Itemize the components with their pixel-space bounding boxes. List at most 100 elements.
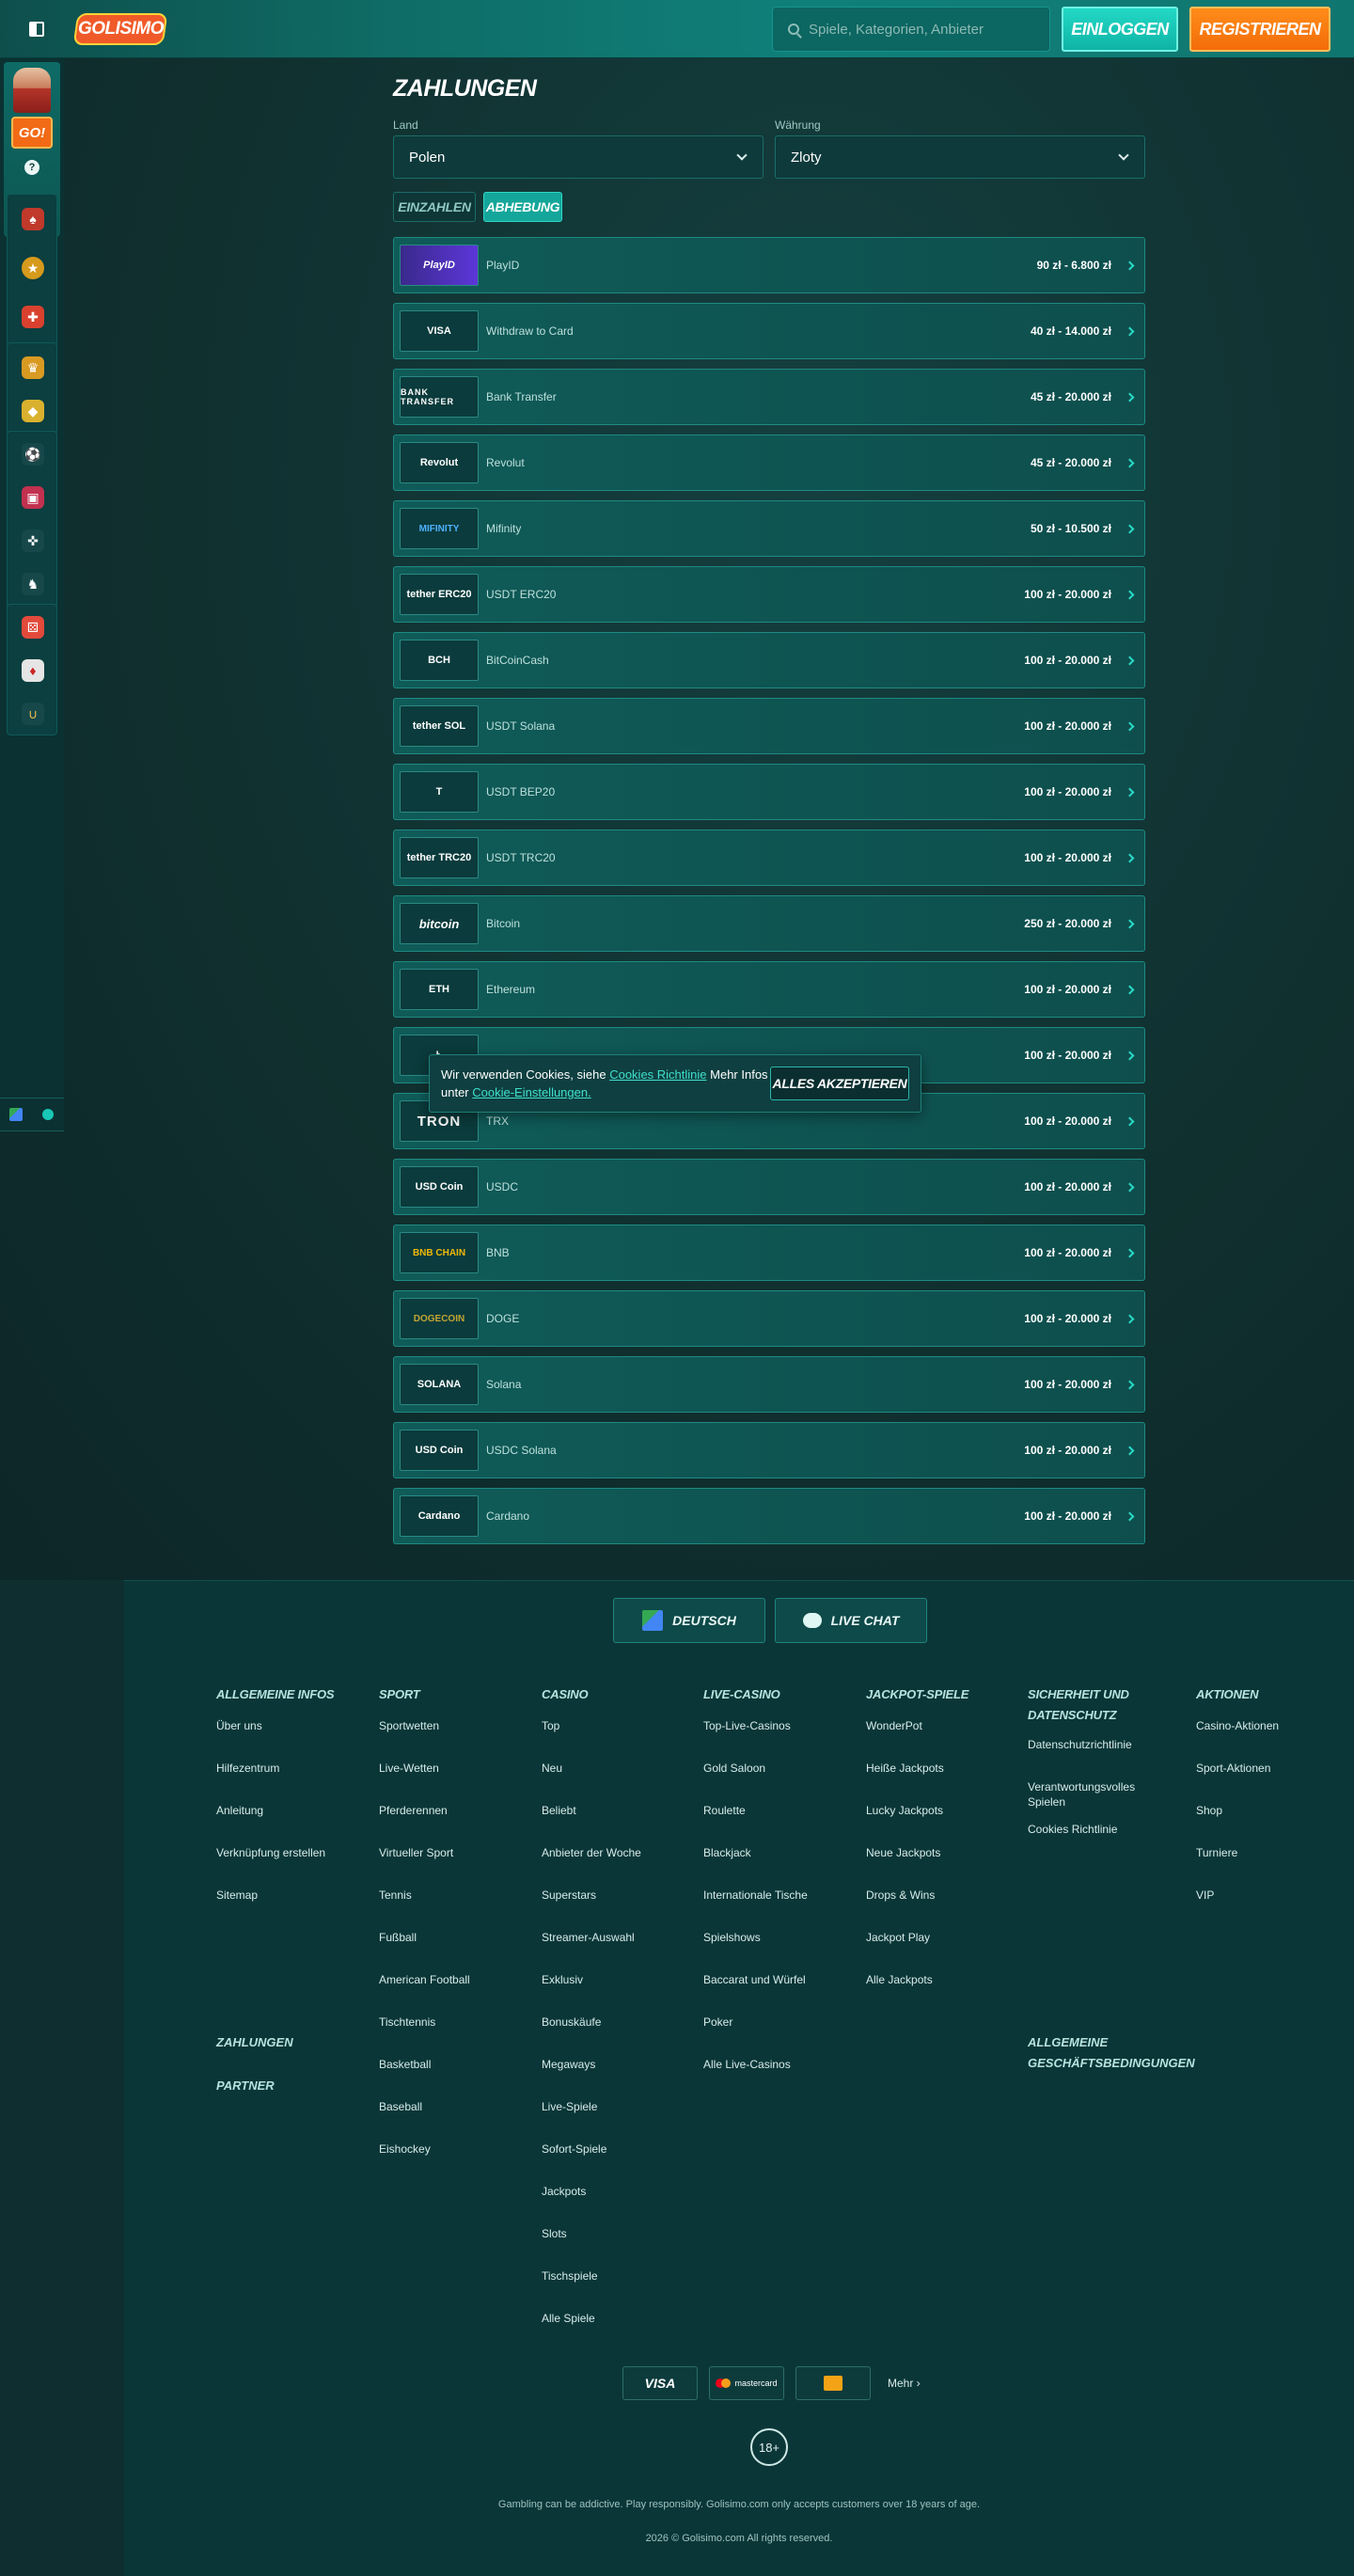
trophy-icon[interactable]: ♛ [22, 356, 44, 379]
gamepad-icon[interactable]: ✜ [22, 529, 44, 552]
cards-icon[interactable]: ♠ [22, 208, 44, 230]
footer-link[interactable]: American Football [379, 1972, 529, 2015]
payment-method-row[interactable]: DOGECOIN DOGE 100 zł - 20.000 zł [393, 1290, 1145, 1347]
payment-method-row[interactable]: tether TRC20 USDT TRC20 100 zł - 20.000 zł [393, 830, 1145, 886]
footer-link[interactable]: Alle Jackpots [866, 1972, 1016, 2015]
footer-link[interactable]: Sitemap [216, 1888, 367, 1930]
payment-method-row[interactable]: ETH Ethereum 100 zł - 20.000 zł [393, 961, 1145, 1018]
footer-link[interactable]: Jackpots [542, 2184, 692, 2226]
cookie-settings-link[interactable]: Cookie-Einstellungen. [472, 1085, 590, 1099]
payment-method-row[interactable]: bitcoin Bitcoin 250 zł - 20.000 zł [393, 895, 1145, 952]
cookie-policy-link[interactable]: Cookies Richtlinie [609, 1067, 706, 1082]
footer-link[interactable]: Anleitung [216, 1803, 367, 1845]
footer-link[interactable]: WonderPot [866, 1718, 1016, 1761]
search-box[interactable] [772, 7, 1050, 52]
payment-method-row[interactable]: BCH BitCoinCash 100 zł - 20.000 zł [393, 632, 1145, 688]
support-dot-icon[interactable] [32, 1098, 64, 1130]
footer-link[interactable]: Internationale Tische [703, 1888, 854, 1930]
footer-link[interactable]: Lucky Jackpots [866, 1803, 1016, 1845]
payment-method-row[interactable]: Revolut Revolut 45 zł - 20.000 zł [393, 435, 1145, 491]
site-logo[interactable]: GOLISIMO [72, 13, 168, 45]
footer-link[interactable]: Live-Spiele [542, 2099, 692, 2141]
payment-method-row[interactable]: SOLANA Solana 100 zł - 20.000 zł [393, 1356, 1145, 1413]
shield-icon[interactable]: ◆ [22, 400, 44, 422]
footer-link[interactable]: Baseball [379, 2099, 529, 2141]
footer-link[interactable]: Slots [542, 2226, 692, 2268]
footer-link[interactable]: Eishockey [379, 2141, 529, 2184]
footer-link[interactable]: Virtueller Sport [379, 1845, 529, 1888]
currency-select[interactable]: Zloty [775, 135, 1145, 179]
footer-link[interactable]: Tischtennis [379, 2015, 529, 2057]
footer-link[interactable]: Tennis [379, 1888, 529, 1930]
footer-link[interactable]: Verantwortungsvolles Spielen [1028, 1779, 1169, 1822]
footer-link[interactable]: Hilfezentrum [216, 1761, 367, 1803]
accept-cookies-button[interactable]: ALLES AKZEPTIEREN [770, 1067, 909, 1100]
footer-link[interactable]: Streamer-Auswahl [542, 1930, 692, 1972]
search-input[interactable] [809, 21, 1034, 38]
footer-terms-heading[interactable]: ALLGEMEINE GESCHÄFTSBEDINGUNGEN [1028, 2032, 1195, 2074]
footer-partner-heading[interactable]: PARTNER [216, 2076, 275, 2096]
card-icon[interactable]: ♦ [22, 659, 44, 682]
footer-link[interactable]: Roulette [703, 1803, 854, 1845]
register-button[interactable]: REGISTRIEREN [1189, 7, 1330, 52]
footer-link[interactable]: Megaways [542, 2057, 692, 2099]
footer-link[interactable]: Beliebt [542, 1803, 692, 1845]
footer-link[interactable]: Baccarat und Würfel [703, 1972, 854, 2015]
more-payments-link[interactable]: Mehr › [888, 2377, 921, 2390]
footer-link[interactable]: Neue Jackpots [866, 1845, 1016, 1888]
footer-link[interactable]: Spielshows [703, 1930, 854, 1972]
footer-link[interactable]: Shop [1196, 1803, 1346, 1845]
footer-link[interactable]: Pferderennen [379, 1803, 529, 1845]
footer-link[interactable]: Turniere [1196, 1845, 1346, 1888]
footer-link[interactable]: Top-Live-Casinos [703, 1718, 854, 1761]
horse-icon[interactable]: ♞ [22, 573, 44, 595]
footer-link[interactable]: Superstars [542, 1888, 692, 1930]
horseshoe-icon[interactable]: ∪ [22, 703, 44, 725]
footer-link[interactable]: Jackpot Play [866, 1930, 1016, 1972]
footer-link[interactable]: Tischspiele [542, 2268, 692, 2311]
footer-link[interactable]: Poker [703, 2015, 854, 2057]
dice-icon[interactable]: ⚄ [22, 616, 44, 639]
go-button[interactable]: GO! [11, 117, 53, 149]
live-chat-button[interactable]: LIVE CHAT [775, 1598, 927, 1643]
language-flag-icon[interactable] [0, 1098, 32, 1130]
payment-method-row[interactable]: T USDT BEP20 100 zł - 20.000 zł [393, 764, 1145, 820]
help-icon[interactable]: ? [24, 160, 39, 175]
country-select[interactable]: Polen [393, 135, 764, 179]
football-icon[interactable]: ⚽ [22, 443, 44, 466]
footer-link[interactable]: Drops & Wins [866, 1888, 1016, 1930]
payment-method-row[interactable]: PlayID PlayID 90 zł - 6.800 zł [393, 237, 1145, 293]
footer-link[interactable]: Cookies Richtlinie [1028, 1822, 1169, 1864]
language-button[interactable]: DEUTSCH [613, 1598, 765, 1643]
footer-link[interactable]: Verknüpfung erstellen [216, 1845, 367, 1888]
footer-link[interactable]: Bonuskäufe [542, 2015, 692, 2057]
footer-link[interactable]: Live-Wetten [379, 1761, 529, 1803]
footer-link[interactable]: Heiße Jackpots [866, 1761, 1016, 1803]
footer-link[interactable]: Sport-Aktionen [1196, 1761, 1346, 1803]
footer-payments-heading[interactable]: ZAHLUNGEN [216, 2032, 293, 2053]
footer-link[interactable]: Casino-Aktionen [1196, 1718, 1346, 1761]
footer-link[interactable]: Gold Saloon [703, 1761, 854, 1803]
footer-link[interactable]: Neu [542, 1761, 692, 1803]
sidebar-toggle-icon[interactable] [24, 17, 49, 41]
footer-link[interactable]: Sofort-Spiele [542, 2141, 692, 2184]
footer-link[interactable]: Basketball [379, 2057, 529, 2099]
payment-method-row[interactable]: VISA Withdraw to Card 40 zł - 14.000 zł [393, 303, 1145, 359]
gift-icon[interactable]: ✚ [22, 306, 44, 328]
payment-method-row[interactable]: BANK TRANSFER Bank Transfer 45 zł - 20.000… [393, 369, 1145, 425]
footer-link[interactable]: Über uns [216, 1718, 367, 1761]
footer-link[interactable]: Alle Live-Casinos [703, 2057, 854, 2099]
tab-withdraw[interactable]: ABHEBUNG [483, 192, 562, 222]
coin-icon[interactable]: ★ [22, 257, 44, 279]
payment-method-row[interactable]: USD Coin USDC 100 zł - 20.000 zł [393, 1159, 1145, 1215]
footer-link[interactable]: Anbieter der Woche [542, 1845, 692, 1888]
footer-link[interactable]: Blackjack [703, 1845, 854, 1888]
payment-method-row[interactable]: USD Coin USDC Solana 100 zł - 20.000 zł [393, 1422, 1145, 1478]
footer-link[interactable]: Alle Spiele [542, 2311, 692, 2353]
payment-method-row[interactable]: BNB CHAIN BNB 100 zł - 20.000 zł [393, 1225, 1145, 1281]
live-dealer-icon[interactable]: ▣ [22, 486, 44, 509]
tab-deposit[interactable]: EINZAHLEN [393, 192, 476, 222]
footer-link[interactable]: Top [542, 1718, 692, 1761]
footer-link[interactable]: Sportwetten [379, 1718, 529, 1761]
payment-method-row[interactable]: MIFINITY Mifinity 50 zł - 10.500 zł [393, 500, 1145, 557]
